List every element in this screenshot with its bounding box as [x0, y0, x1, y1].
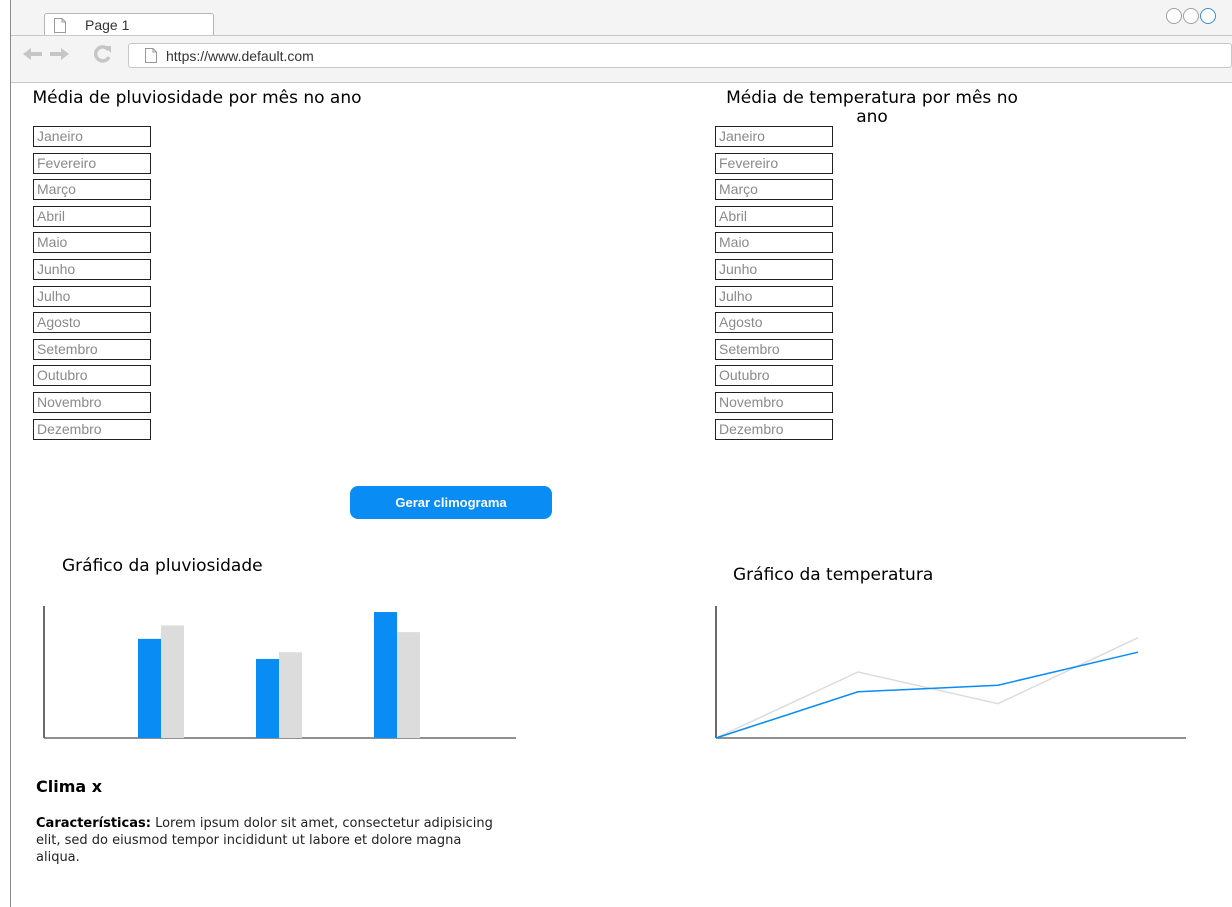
- temperature-month-input[interactable]: Fevereiro: [715, 152, 833, 174]
- temperature-month-input[interactable]: Outubro: [715, 365, 833, 387]
- rainfall-month-input[interactable]: Agosto: [33, 312, 151, 334]
- rainfall-month-input[interactable]: Fevereiro: [33, 152, 151, 174]
- rainfall-bar-chart: [43, 606, 516, 739]
- close-icon[interactable]: [1200, 8, 1216, 24]
- temperature-month-input[interactable]: Setembro: [715, 338, 833, 360]
- bar-series2-1: [161, 625, 184, 738]
- temperature-month-input[interactable]: Agosto: [715, 312, 833, 334]
- rainfall-month-input[interactable]: Julho: [33, 285, 151, 307]
- rainfall-month-input[interactable]: Janeiro: [33, 126, 151, 147]
- page-icon: [54, 18, 66, 33]
- rainfall-section-title: Média de pluviosidade por mês no ano: [32, 88, 362, 108]
- temperature-month-input[interactable]: Março: [715, 179, 833, 201]
- temperature-month-input[interactable]: Janeiro: [715, 126, 833, 147]
- temperature-month-input[interactable]: Novembro: [715, 392, 833, 413]
- tab-title: Page 1: [85, 17, 130, 33]
- temperature-month-input[interactable]: Maio: [715, 232, 833, 254]
- window-frame-left: [10, 0, 11, 907]
- climate-title: Clima x: [36, 777, 103, 796]
- url-text: https://www.default.com: [166, 48, 314, 64]
- temperature-month-input[interactable]: Dezembro: [715, 418, 833, 440]
- browser-tab[interactable]: Page 1: [44, 13, 214, 35]
- rainfall-chart-title: Gráfico da pluviosidade: [62, 556, 263, 576]
- temperature-month-input[interactable]: Junho: [715, 259, 833, 280]
- reload-icon[interactable]: [93, 44, 113, 64]
- generate-climogram-button[interactable]: Gerar climograma: [350, 486, 552, 519]
- rainfall-month-input[interactable]: Novembro: [33, 392, 151, 413]
- bar-series2-2: [279, 652, 302, 738]
- bar-series1-3: [374, 612, 397, 738]
- line-series1: [715, 651, 1139, 739]
- maximize-icon[interactable]: [1183, 8, 1199, 24]
- temperature-chart-title: Gráfico da temperatura: [733, 565, 934, 585]
- rainfall-month-input[interactable]: Março: [33, 179, 151, 201]
- climate-description: Características: Lorem ipsum dolor sit a…: [36, 815, 506, 866]
- bar-series2-3: [397, 632, 420, 738]
- tab-divider: [11, 35, 1232, 36]
- characteristics-label: Características:: [36, 816, 151, 831]
- rainfall-month-input[interactable]: Maio: [33, 232, 151, 254]
- rainfall-month-input[interactable]: Dezembro: [33, 418, 151, 440]
- temperature-section-title: Média de temperatura por mês no ano: [726, 88, 1018, 127]
- page-icon: [145, 48, 157, 63]
- temperature-line-chart: [715, 606, 1186, 739]
- minimize-icon[interactable]: [1166, 8, 1182, 24]
- rainfall-month-input[interactable]: Abril: [33, 205, 151, 227]
- rainfall-month-input[interactable]: Setembro: [33, 338, 151, 360]
- temperature-month-input[interactable]: Abril: [715, 205, 833, 227]
- rainfall-month-input[interactable]: Outubro: [33, 365, 151, 387]
- rainfall-month-input[interactable]: Junho: [33, 259, 151, 280]
- browser-chrome: Page 1 https://www.default.com: [11, 0, 1232, 83]
- bar-series1-2: [256, 658, 279, 738]
- bar-series1-1: [138, 638, 161, 738]
- address-bar[interactable]: https://www.default.com: [128, 43, 1232, 68]
- forward-icon[interactable]: [49, 46, 69, 66]
- back-icon[interactable]: [23, 46, 43, 66]
- temperature-month-input[interactable]: Julho: [715, 285, 833, 307]
